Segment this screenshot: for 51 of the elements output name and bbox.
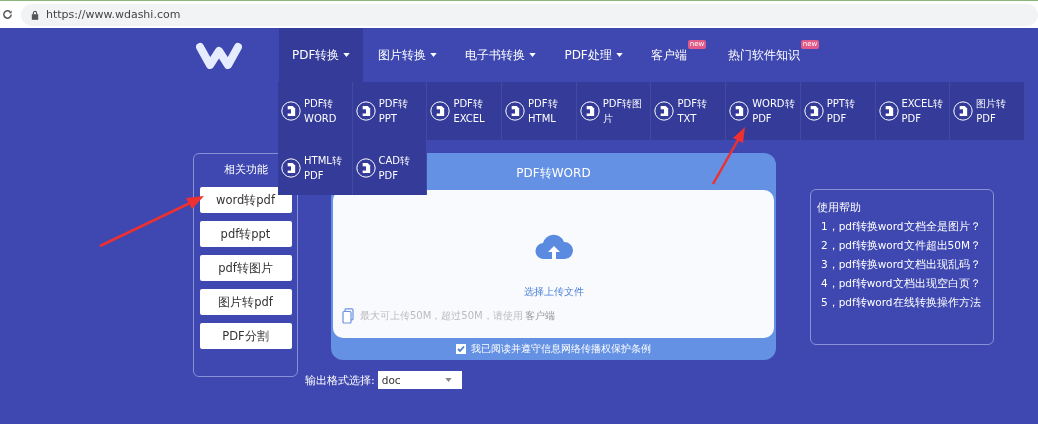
document-icon: [729, 101, 750, 121]
menu-item[interactable]: PDF转 EXCEL: [427, 82, 503, 140]
help-link[interactable]: 5，pdf转word在线转换操作方法: [817, 296, 987, 310]
files-icon: [342, 308, 354, 324]
panel-title: 使用帮助: [817, 200, 862, 215]
panel-title: 相关功能: [223, 162, 268, 177]
help-link[interactable]: 1，pdf转换word文档全是图片？: [817, 220, 987, 234]
document-icon: [654, 101, 675, 121]
menu-item[interactable]: PDF转 TXT: [651, 82, 727, 140]
logo-icon[interactable]: [196, 41, 242, 69]
nav-tab[interactable]: PDF处理: [551, 28, 636, 82]
related-link-button[interactable]: word转pdf: [199, 187, 292, 213]
menu-item[interactable]: PDF转 HTML: [502, 82, 577, 140]
nav-tab[interactable]: 图片转换: [365, 28, 451, 82]
menu-item[interactable]: HTML转 PDF: [278, 140, 353, 195]
document-icon: [430, 101, 451, 121]
document-icon: [281, 157, 301, 178]
caret-icon: [444, 378, 452, 382]
document-icon: [878, 101, 899, 121]
card-title: PDF转WORD: [516, 166, 591, 180]
related-link-button[interactable]: PDF分割: [199, 323, 292, 349]
menu-item[interactable]: EXCEL转 PDF: [875, 82, 951, 140]
help-link[interactable]: 2，pdf转换word文件超出50M？: [817, 239, 987, 253]
nav-tab[interactable]: 客户端: [637, 28, 687, 82]
document-icon: [505, 101, 526, 121]
menu-item[interactable]: 图片转 PDF: [950, 82, 1025, 140]
document-icon: [355, 101, 376, 121]
upload-label[interactable]: 选择上传文件: [523, 285, 584, 299]
document-icon: [803, 101, 824, 121]
help-link[interactable]: 3，pdf转换word文档出现乱码？: [817, 258, 987, 272]
lock-icon: [31, 9, 39, 20]
help-link[interactable]: 4，pdf转word文档出现空白页？: [817, 277, 987, 291]
document-icon: [281, 101, 301, 121]
nav-tab[interactable]: 电子书转换: [452, 28, 550, 82]
document-icon: [953, 101, 974, 121]
nav-tab[interactable]: 热门软件知识: [714, 28, 800, 82]
document-icon: [579, 101, 600, 121]
agreement-checkbox[interactable]: [456, 344, 466, 354]
format-select[interactable]: doc: [377, 371, 462, 389]
menu-item[interactable]: CAD转 PDF: [352, 140, 427, 195]
related-link-button[interactable]: pdf转图片: [199, 255, 292, 281]
format-label: 输出格式选择:: [305, 372, 375, 388]
related-link-button[interactable]: 图片转pdf: [199, 289, 292, 315]
menu-item[interactable]: PDF转图 片: [576, 82, 652, 140]
related-link-button[interactable]: pdf转ppt: [199, 221, 292, 247]
address-bar[interactable]: https://www.wdashi.com: [21, 3, 1038, 26]
menu-item[interactable]: PPT转 PDF: [800, 82, 876, 140]
document-icon: [355, 157, 376, 178]
reload-icon[interactable]: [2, 9, 13, 20]
nav-tab[interactable]: PDF转换: [279, 28, 364, 82]
annotation-arrow: [711, 127, 745, 185]
